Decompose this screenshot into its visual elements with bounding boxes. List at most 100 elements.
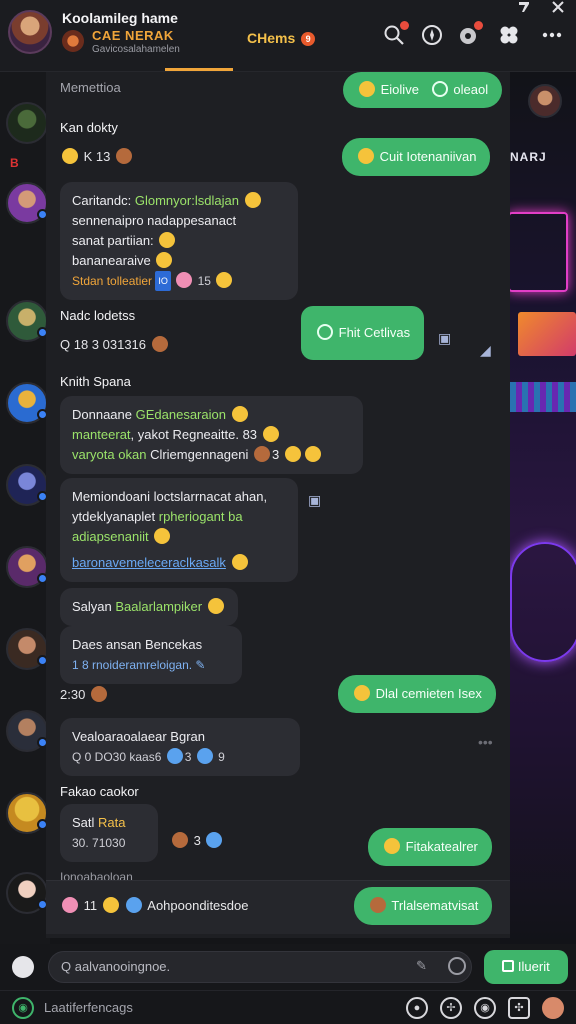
reply-pill[interactable]: Fitakatealrer (368, 828, 492, 866)
emoji-icon (304, 446, 321, 462)
message-bubble[interactable]: Vealoaraoalaear Bgran Q 0 DO30 kaas6 3 9 (60, 718, 300, 776)
notification-dot (400, 21, 409, 30)
emoji-icon (166, 748, 183, 764)
server-icon[interactable] (62, 30, 84, 52)
neon-monitor (508, 212, 568, 292)
emoji-icon (206, 832, 223, 848)
tab-channels[interactable]: CHems 9 (247, 30, 316, 47)
game-icon[interactable] (456, 21, 483, 48)
emoji-icon (262, 426, 279, 442)
sticker-icon: ▣ (308, 492, 322, 508)
message-bubble[interactable]: Memiondoani loctslarrnacat ahan, ytdekly… (60, 478, 298, 582)
camera-icon[interactable]: ● (406, 997, 428, 1019)
emoji-icon (231, 406, 248, 422)
emoji-icon (284, 446, 301, 462)
close-icon[interactable] (551, 0, 565, 17)
more-icon[interactable]: ••• (478, 734, 493, 750)
emoji-icon (231, 554, 248, 570)
reaction-count: 3 (170, 832, 224, 848)
bottom-toolbar: ◉ Laatiferfencags ● ✢ ◉ ✣ (0, 990, 576, 1024)
message-author[interactable]: Kan dokty (60, 120, 118, 135)
message-bubble[interactable]: Salyan Baalarlampiker (60, 588, 238, 626)
member-avatar[interactable] (6, 102, 48, 144)
reply-pill[interactable]: Trlalsematvisat (354, 887, 493, 925)
section-label: Memettioa (60, 80, 121, 95)
compass-icon[interactable] (420, 24, 444, 48)
message-author[interactable]: Nadc lodetss (60, 308, 135, 323)
signal-icon (517, 0, 531, 17)
status-pill[interactable]: Eiolive oleaol (343, 72, 503, 108)
neon-ring (510, 542, 576, 662)
member-avatar[interactable] (6, 464, 48, 506)
emoji-icon (370, 897, 386, 913)
circle-icon (431, 81, 448, 97)
search-icon[interactable] (382, 21, 409, 48)
reply-pill[interactable]: Cuit Iotenaniivan (342, 138, 491, 176)
emoji-icon (151, 336, 168, 352)
user-avatar[interactable] (542, 997, 564, 1019)
message-meta: 2:30 (60, 686, 109, 702)
member-avatar[interactable] (6, 546, 48, 588)
reply-pill[interactable]: Dlal cemieten Isex (338, 675, 496, 713)
emoji-picker-icon[interactable] (448, 957, 466, 975)
game-controller-icon[interactable]: ✣ (508, 997, 530, 1019)
message-composer: Q aalvanooingnoe. ✎ Iluerit (0, 944, 576, 990)
check-icon (317, 324, 333, 340)
member-avatar[interactable] (6, 792, 48, 834)
arrow-icon: ◢ (480, 342, 491, 358)
message-meta: Q 18 3 031316 (60, 336, 170, 352)
rail-mini-label: B (10, 156, 19, 170)
channels-badge: 9 (301, 32, 316, 47)
member-avatar[interactable] (6, 710, 48, 752)
emoji-icon (253, 446, 270, 462)
emoji-icon (244, 192, 261, 208)
emoji-icon (384, 838, 400, 854)
profile-avatar[interactable] (8, 10, 52, 54)
server-name[interactable]: CAE NERAK (92, 28, 174, 43)
emoji-icon (62, 148, 78, 164)
neon-screen (518, 312, 576, 356)
shuffle-icon[interactable]: ✢ (440, 997, 462, 1019)
bg-user-avatar (528, 84, 562, 118)
member-avatar[interactable] (6, 872, 48, 914)
message-author[interactable]: Fakao caokor (60, 784, 139, 799)
emoji-icon (358, 148, 374, 164)
member-avatar[interactable] (6, 628, 48, 670)
emoji-icon (102, 897, 119, 913)
emoji-icon (207, 598, 224, 614)
message-bubble[interactable]: Daes ansan Bencekas 1 8 rnoideramreloiga… (60, 626, 242, 684)
message-bubble[interactable]: Donnaane GEdanesaraion manteerat, yakot … (60, 396, 363, 474)
tab-channels-label: CHems (247, 30, 296, 46)
background-artwork: NARJ (500, 72, 576, 944)
reaction-row[interactable]: 11 Aohpoonditesdoe (60, 897, 248, 913)
notification-dot (474, 21, 483, 30)
member-rail: B (0, 72, 50, 944)
emoji-icon (90, 686, 107, 702)
status-icon[interactable]: ◉ (12, 997, 34, 1019)
message-link[interactable]: baronavemeleceraclkasalk (72, 555, 226, 570)
more-icon[interactable] (540, 24, 564, 48)
emoji-icon (196, 748, 213, 764)
message-bubble[interactable]: Caritandc: Glomnyor:lsdlajan sennenaipro… (60, 182, 298, 300)
message-bubble[interactable]: Satl Rata 30. 71030 (60, 804, 158, 862)
member-avatar[interactable] (6, 382, 48, 424)
send-button[interactable]: Iluerit (484, 950, 568, 984)
message-author[interactable]: Knith Spana (60, 374, 131, 389)
send-icon (502, 960, 515, 972)
emoji-icon (126, 897, 143, 913)
member-avatar[interactable] (6, 182, 48, 224)
emoji-icon (116, 148, 132, 164)
message-input[interactable]: Q aalvanooingnoe. (48, 951, 472, 983)
reply-pill[interactable]: Fhit Cetlivas (301, 306, 425, 360)
active-tab-indicator (165, 68, 233, 71)
pen-icon[interactable]: ✎ (416, 958, 427, 974)
message-meta: K 13 (60, 148, 134, 164)
clover-icon[interactable] (497, 24, 521, 48)
chat-panel: Memettioa Eiolive oleaol Kan dokty K 13 … (46, 72, 510, 938)
attach-icon[interactable] (12, 956, 34, 978)
emoji-icon (156, 252, 173, 268)
emoji-icon (176, 272, 193, 288)
member-avatar[interactable] (6, 300, 48, 342)
record-icon[interactable]: ◉ (474, 997, 496, 1019)
emoji-icon (354, 685, 370, 701)
